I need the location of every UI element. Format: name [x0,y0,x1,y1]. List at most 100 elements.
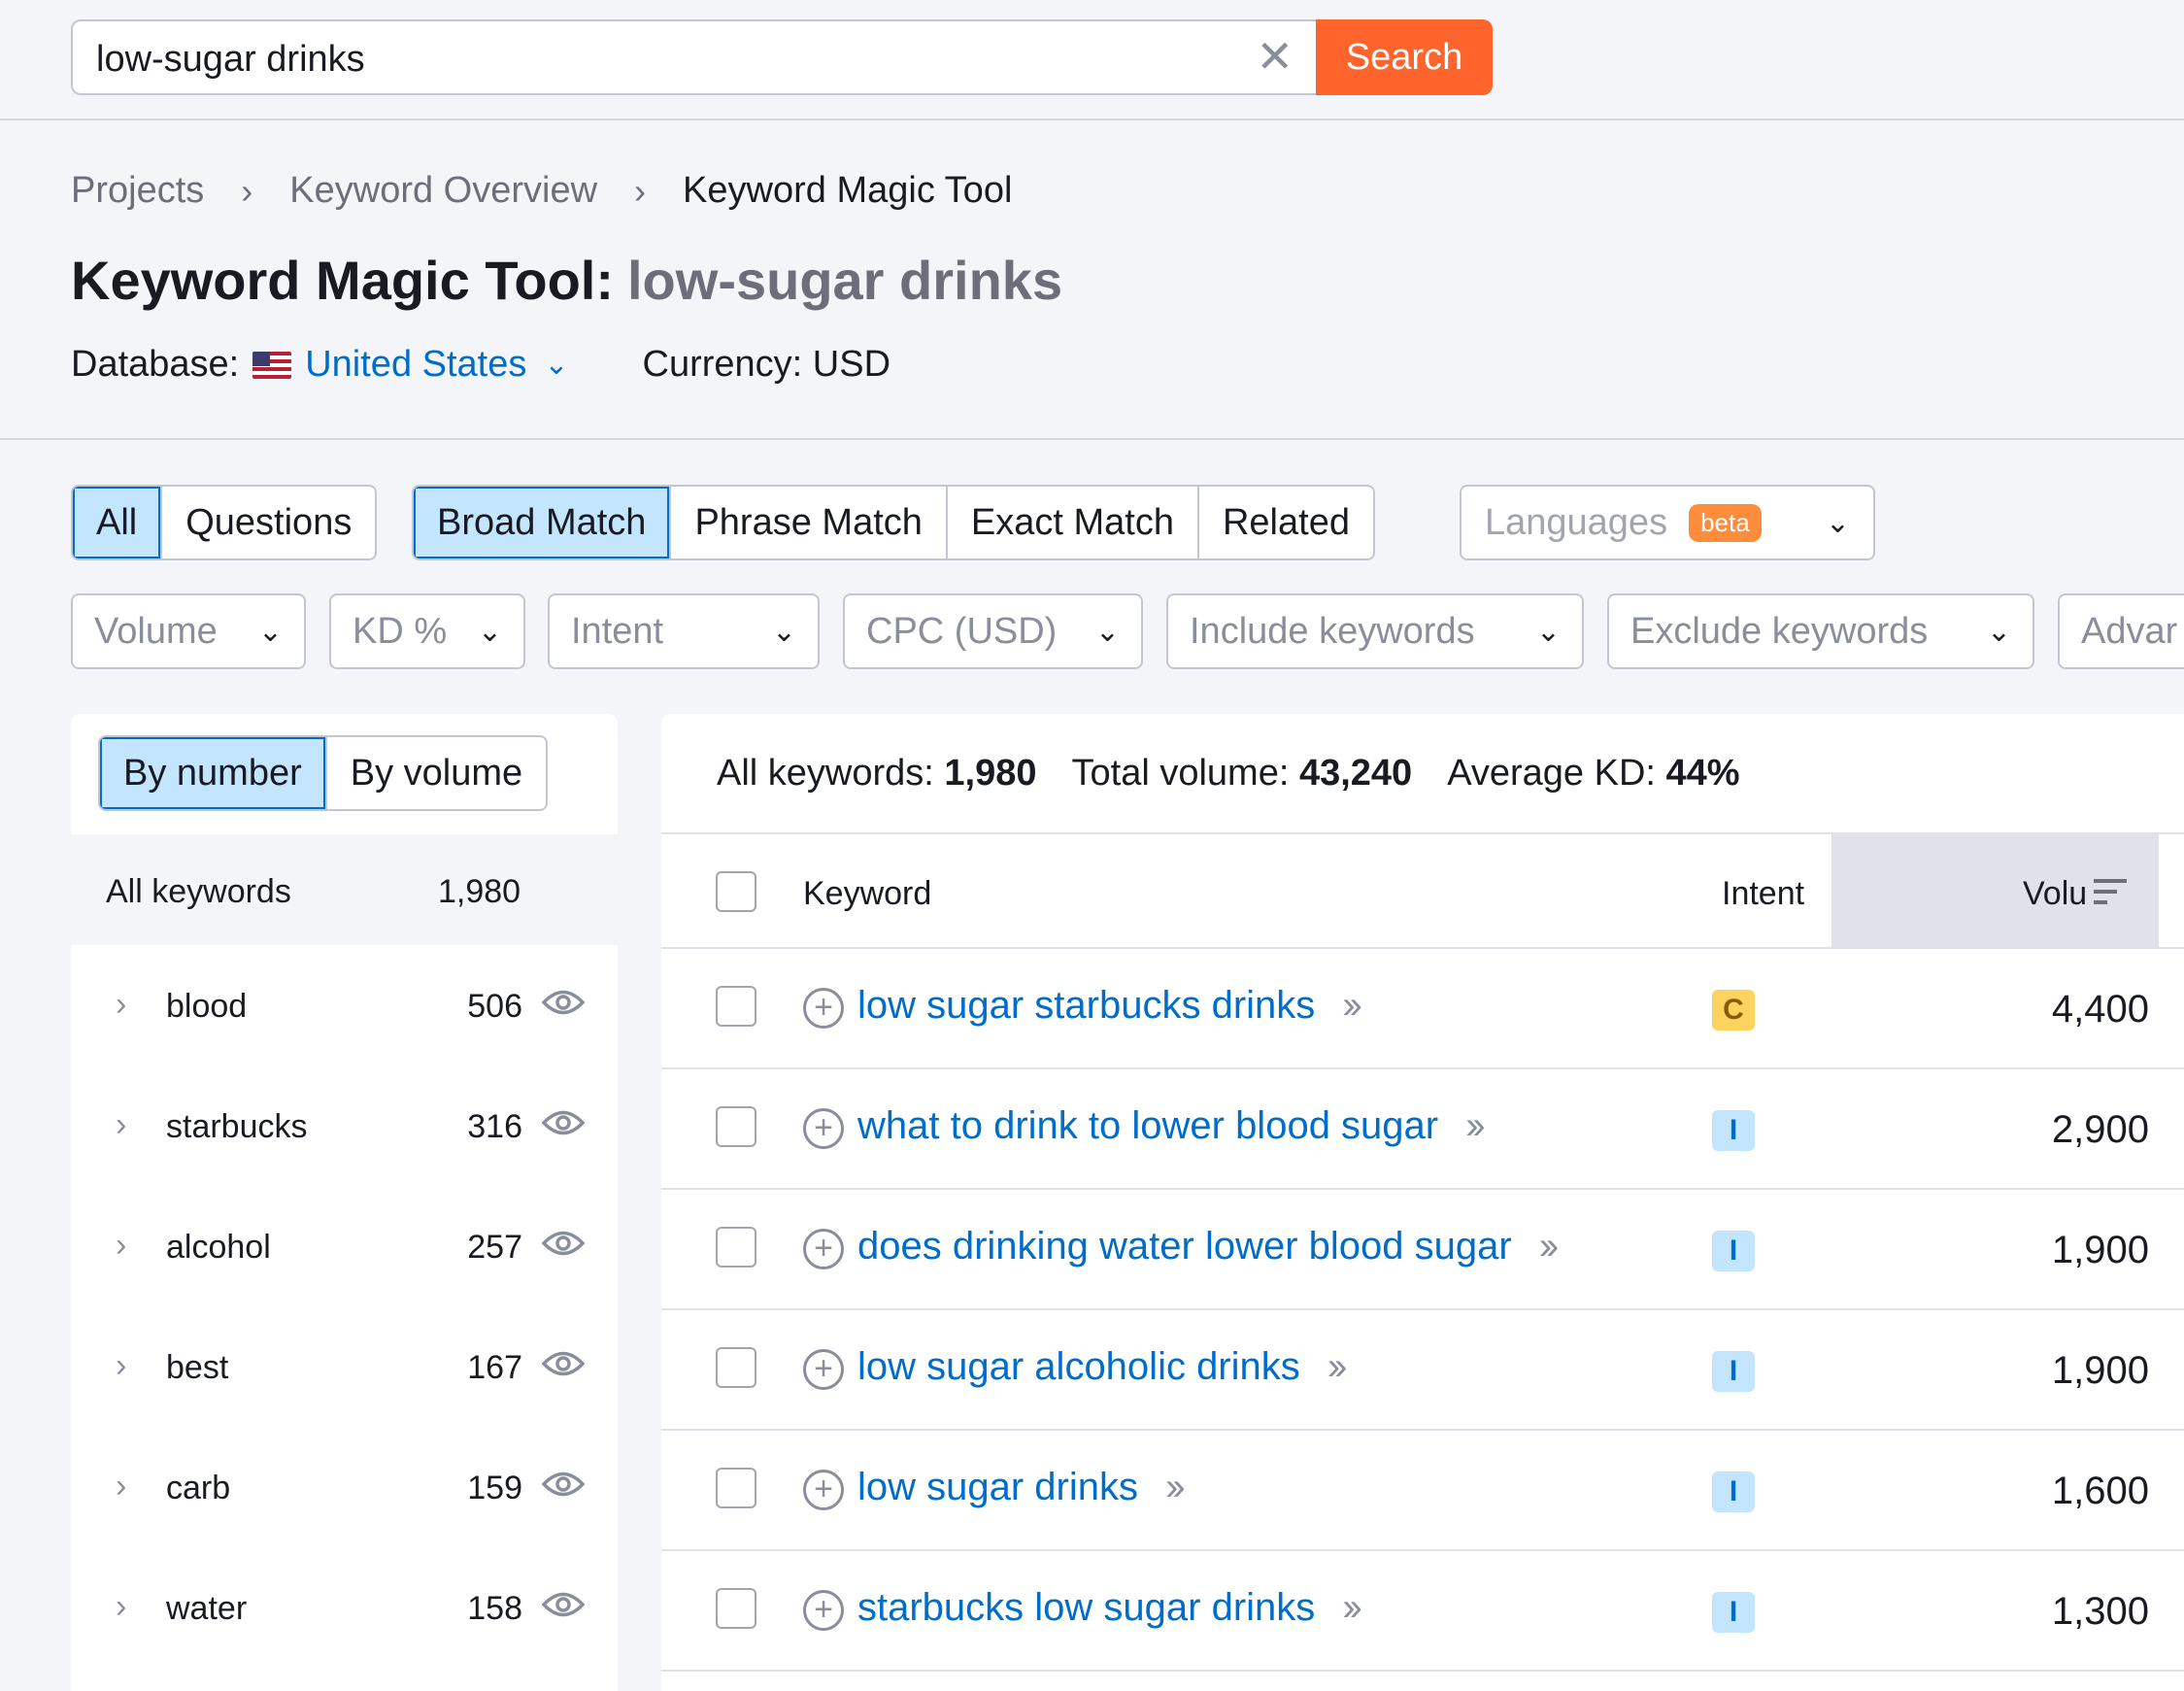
chevron-right-icon[interactable]: › [116,1227,126,1265]
group-name: carb [166,1470,231,1506]
double-chevron-icon[interactable]: ›› [1539,1225,1559,1268]
group-name: best [166,1349,229,1386]
eye-icon[interactable] [542,1108,585,1137]
add-to-list-icon[interactable]: + [803,988,844,1029]
sidebar-group-starbucks[interactable]: › starbucks 316 [71,1065,618,1186]
breadcrumb-current: Keyword Magic Tool [683,170,1013,211]
breadcrumb-projects[interactable]: Projects [71,170,204,212]
volume-filter[interactable]: Volume ⌄ [71,593,306,669]
eye-icon[interactable] [542,1470,585,1499]
filter-label: Exclude keywords [1630,610,1929,652]
intent-badge: I [1712,1351,1755,1392]
keyword-link[interactable]: low sugar drinks ›› [857,1466,1186,1509]
question-filter-tabs: All Questions [71,485,378,560]
languages-label: Languages [1485,501,1668,543]
chevron-right-icon[interactable]: › [116,1588,126,1626]
kd-filter[interactable]: KD % ⌄ [329,593,525,669]
keyword-link[interactable]: low sugar starbucks drinks ›› [857,984,1362,1028]
sidebar-group-blood[interactable]: › blood 506 [71,945,618,1065]
volume-value: 1,300 [2051,1590,2149,1633]
keyword-header[interactable]: Keyword [803,875,931,913]
table-row: + low sugar starbucks drinks ›› C 4,400 [661,949,2184,1069]
group-name: alcohol [166,1229,271,1266]
keyword-text: what to drink to lower blood sugar [857,1104,1439,1147]
tab-related[interactable]: Related [1199,487,1373,558]
filter-label: Intent [571,610,664,652]
double-chevron-icon[interactable]: ›› [1465,1104,1485,1148]
advanced-filters[interactable]: Advar [2058,593,2184,669]
group-count: 506 [467,988,522,1025]
volume-value: 1,600 [2051,1470,2149,1512]
filter-label: KD % [353,610,448,652]
double-chevron-icon[interactable]: ›› [1342,984,1361,1028]
chevron-down-icon[interactable]: ⌄ [544,348,568,382]
table-row: + what to drink to lower blood sugar ›› I 2,… [661,1069,2184,1190]
keyword-text: starbucks low sugar drinks [857,1586,1316,1629]
row-checkbox[interactable] [716,1227,756,1268]
languages-dropdown[interactable]: Languages beta ⌄ [1460,485,1875,560]
double-chevron-icon[interactable]: ›› [1342,1586,1361,1630]
top-search-bar: low-sugar drinks ✕ Search [0,0,2184,120]
include-keywords-filter[interactable]: Include keywords ⌄ [1166,593,1584,669]
group-name: blood [166,988,248,1025]
chevron-right-icon[interactable]: › [116,1347,126,1385]
add-to-list-icon[interactable]: + [803,1349,844,1390]
search-button[interactable]: Search [1316,19,1493,95]
by-number-button[interactable]: By number [100,737,327,809]
group-count: 158 [467,1590,522,1627]
add-to-list-icon[interactable]: + [803,1470,844,1510]
clear-icon[interactable]: ✕ [1256,31,1294,82]
row-checkbox[interactable] [716,1468,756,1508]
keyword-link[interactable]: starbucks low sugar drinks ›› [857,1586,1362,1630]
add-to-list-icon[interactable]: + [803,1108,844,1149]
eye-icon[interactable] [542,988,585,1017]
tab-exact-match[interactable]: Exact Match [948,487,1199,558]
tab-broad-match[interactable]: Broad Match [414,487,672,558]
chevron-right-icon[interactable]: › [116,1106,126,1144]
currency-label: Currency: USD [642,344,891,385]
add-to-list-icon[interactable]: + [803,1590,844,1631]
intent-header[interactable]: Intent [1722,875,1804,913]
row-checkbox[interactable] [716,1588,756,1629]
cpc-filter[interactable]: CPC (USD) ⌄ [843,593,1143,669]
sort-icon[interactable] [2094,877,2129,906]
row-checkbox[interactable] [716,1347,756,1388]
keyword-text: low sugar starbucks drinks [857,984,1316,1027]
exclude-keywords-filter[interactable]: Exclude keywords ⌄ [1607,593,2034,669]
double-chevron-icon[interactable]: ›› [1165,1466,1185,1509]
row-checkbox[interactable] [716,986,756,1027]
double-chevron-icon[interactable]: ›› [1327,1345,1347,1389]
search-input[interactable]: low-sugar drinks ✕ [71,19,1317,95]
volume-value: 4,400 [2051,988,2149,1031]
group-name: water [166,1590,248,1627]
chevron-right-icon[interactable]: › [116,1468,126,1505]
eye-icon[interactable] [542,1590,585,1619]
row-checkbox[interactable] [716,1106,756,1147]
sidebar-group-best[interactable]: › best 167 [71,1306,618,1427]
database-select[interactable]: United States [305,344,526,386]
add-to-list-icon[interactable]: + [803,1229,844,1269]
database-label: Database: [71,344,240,385]
chevron-right-icon[interactable]: › [116,986,126,1024]
sidebar-group-alcohol[interactable]: › alcohol 257 [71,1186,618,1306]
keyword-link[interactable]: low sugar alcoholic drinks ›› [857,1345,1347,1389]
tab-phrase-match[interactable]: Phrase Match [671,487,948,558]
sidebar-group-carb[interactable]: › carb 159 [71,1427,618,1547]
group-count: 257 [467,1229,522,1266]
eye-icon[interactable] [542,1349,585,1378]
intent-filter[interactable]: Intent ⌄ [548,593,820,669]
keyword-text: low sugar drinks [857,1466,1139,1508]
keyword-link[interactable]: does drinking water lower blood sugar ›› [857,1225,1559,1268]
volume-header[interactable]: Volu [2023,875,2087,913]
tab-questions[interactable]: Questions [162,487,375,558]
breadcrumb-keyword-overview[interactable]: Keyword Overview [289,170,597,212]
all-keywords-group[interactable]: All keywords 1,980 [71,834,618,945]
select-all-checkbox[interactable] [716,871,756,912]
keyword-link[interactable]: what to drink to lower blood sugar ›› [857,1104,1486,1148]
by-volume-button[interactable]: By volume [327,737,546,809]
tab-all[interactable]: All [73,487,163,558]
keywords-table-panel: All keywords: 1,980 Total volume: 43,240… [661,714,2184,1691]
eye-icon[interactable] [542,1229,585,1258]
intent-badge: I [1712,1110,1755,1151]
sidebar-group-water[interactable]: › water 158 [71,1547,618,1668]
